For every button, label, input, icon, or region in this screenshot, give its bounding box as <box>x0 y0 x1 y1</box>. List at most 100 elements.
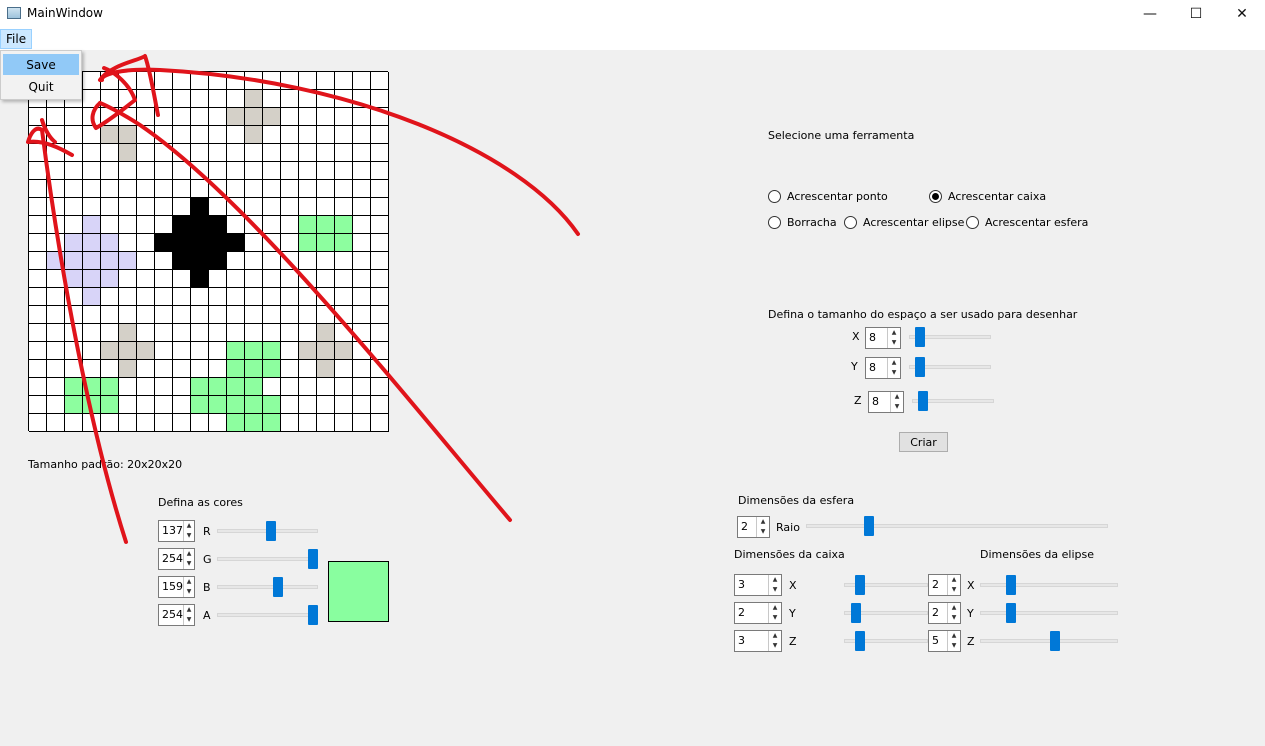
grid-cell[interactable] <box>335 108 353 126</box>
grid-cell[interactable] <box>281 288 299 306</box>
grid-cell[interactable] <box>83 306 101 324</box>
grid-cell[interactable] <box>47 414 65 432</box>
grid-cell[interactable] <box>353 126 371 144</box>
grid-cell[interactable] <box>227 72 245 90</box>
grid-cell[interactable] <box>209 396 227 414</box>
grid-cell[interactable] <box>245 324 263 342</box>
grid-cell[interactable] <box>209 126 227 144</box>
grid-cell[interactable] <box>281 270 299 288</box>
grid-cell[interactable] <box>245 126 263 144</box>
grid-cell[interactable] <box>335 180 353 198</box>
grid-cell[interactable] <box>245 306 263 324</box>
spin-down-icon[interactable]: ▼ <box>888 368 900 378</box>
grid-cell[interactable] <box>29 288 47 306</box>
grid-cell[interactable] <box>209 306 227 324</box>
grid-cell[interactable] <box>227 342 245 360</box>
grid-cell[interactable] <box>335 198 353 216</box>
grid-cell[interactable] <box>101 396 119 414</box>
grid-cell[interactable] <box>227 378 245 396</box>
spin-down-icon[interactable]: ▼ <box>891 402 903 412</box>
grid-cell[interactable] <box>299 306 317 324</box>
grid-cell[interactable] <box>263 234 281 252</box>
grid-cell[interactable] <box>137 72 155 90</box>
spin-up-icon[interactable]: ▲ <box>888 328 900 338</box>
grid-cell[interactable] <box>155 198 173 216</box>
grid-cell[interactable] <box>353 180 371 198</box>
grid-cell[interactable] <box>47 198 65 216</box>
grid-cell[interactable] <box>353 162 371 180</box>
grid-cell[interactable] <box>119 198 137 216</box>
grid-cell[interactable] <box>29 198 47 216</box>
grid-cell[interactable] <box>299 378 317 396</box>
grid-cell[interactable] <box>227 252 245 270</box>
grid-cell[interactable] <box>173 270 191 288</box>
spin-down-icon[interactable]: ▼ <box>769 641 781 651</box>
ellipse-z-spinbox[interactable]: 5 ▲ ▼ <box>928 630 961 652</box>
spin-up-icon[interactable]: ▲ <box>184 577 194 587</box>
grid-cell[interactable] <box>335 360 353 378</box>
grid-cell[interactable] <box>299 324 317 342</box>
grid-cell[interactable] <box>137 252 155 270</box>
ellipse-x-slider-track[interactable] <box>980 583 1118 587</box>
grid-cell[interactable] <box>317 324 335 342</box>
grid-cell[interactable] <box>83 288 101 306</box>
radio-tool-1[interactable] <box>929 190 942 203</box>
grid-cell[interactable] <box>299 414 317 432</box>
ellipse-y-slider-thumb[interactable] <box>1006 603 1016 623</box>
grid-cell[interactable] <box>173 324 191 342</box>
grid-cell[interactable] <box>173 360 191 378</box>
grid-cell[interactable] <box>47 360 65 378</box>
grid-cell[interactable] <box>137 324 155 342</box>
grid-cell[interactable] <box>353 414 371 432</box>
grid-cell[interactable] <box>155 126 173 144</box>
spin-down-icon[interactable]: ▼ <box>888 338 900 348</box>
grid-cell[interactable] <box>245 234 263 252</box>
grid-cell[interactable] <box>191 126 209 144</box>
grid-cell[interactable] <box>29 180 47 198</box>
grid-cell[interactable] <box>299 342 317 360</box>
grid-cell[interactable] <box>65 324 83 342</box>
color-g-slider-track[interactable] <box>217 557 318 561</box>
grid-cell[interactable] <box>155 90 173 108</box>
grid-cell[interactable] <box>353 288 371 306</box>
grid-cell[interactable] <box>245 288 263 306</box>
grid-cell[interactable] <box>101 270 119 288</box>
grid-cell[interactable] <box>47 180 65 198</box>
grid-cell[interactable] <box>227 126 245 144</box>
tool-option-label[interactable]: Borracha <box>787 216 837 229</box>
grid-cell[interactable] <box>29 414 47 432</box>
grid-cell[interactable] <box>191 234 209 252</box>
grid-cell[interactable] <box>47 144 65 162</box>
grid-cell[interactable] <box>299 288 317 306</box>
grid-cell[interactable] <box>245 378 263 396</box>
grid-cell[interactable] <box>299 126 317 144</box>
grid-cell[interactable] <box>353 198 371 216</box>
grid-cell[interactable] <box>119 216 137 234</box>
grid-cell[interactable] <box>281 108 299 126</box>
grid-cell[interactable] <box>263 252 281 270</box>
grid-cell[interactable] <box>137 342 155 360</box>
grid-cell[interactable] <box>155 180 173 198</box>
spin-up-icon[interactable]: ▲ <box>769 575 781 585</box>
grid-cell[interactable] <box>281 378 299 396</box>
grid-cell[interactable] <box>83 234 101 252</box>
grid-cell[interactable] <box>83 72 101 90</box>
grid-cell[interactable] <box>83 342 101 360</box>
grid-cell[interactable] <box>299 72 317 90</box>
grid-cell[interactable] <box>209 108 227 126</box>
grid-cell[interactable] <box>263 378 281 396</box>
grid-cell[interactable] <box>191 414 209 432</box>
grid-cell[interactable] <box>65 252 83 270</box>
grid-cell[interactable] <box>155 378 173 396</box>
grid-cell[interactable] <box>137 270 155 288</box>
grid-cell[interactable] <box>119 180 137 198</box>
grid-cell[interactable] <box>281 216 299 234</box>
grid-cell[interactable] <box>281 324 299 342</box>
grid-cell[interactable] <box>371 126 389 144</box>
grid-cell[interactable] <box>299 180 317 198</box>
grid-cell[interactable] <box>119 324 137 342</box>
grid-cell[interactable] <box>137 90 155 108</box>
grid-cell[interactable] <box>191 108 209 126</box>
grid-cell[interactable] <box>263 324 281 342</box>
tool-option-label[interactable]: Acrescentar ponto <box>787 190 888 203</box>
